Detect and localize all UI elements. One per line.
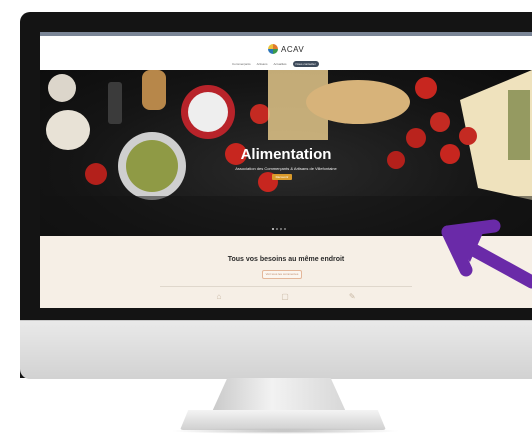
- stand-shadow: [170, 428, 400, 434]
- monitor-stand-neck: [211, 378, 347, 414]
- purple-arrow-icon: [441, 219, 532, 289]
- monitor-stand-base: [180, 410, 386, 430]
